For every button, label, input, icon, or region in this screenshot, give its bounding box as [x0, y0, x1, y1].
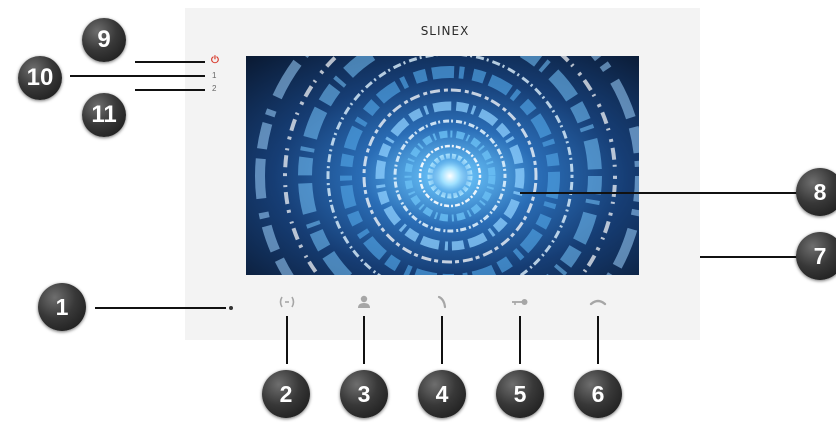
callout-1: 1 [38, 283, 86, 331]
callout-5: 5 [496, 370, 544, 418]
user-icon [358, 295, 370, 308]
leader-line-9 [135, 61, 205, 63]
callout-8: 8 [796, 168, 836, 216]
leader-line-1 [95, 307, 226, 309]
leader-line-10 [70, 75, 205, 77]
line-1-indicator: 1 [212, 71, 217, 80]
callout-10: 10 [18, 56, 62, 100]
callout-11: 11 [82, 93, 126, 137]
leader-line-8 [520, 192, 815, 194]
hangup-button[interactable] [586, 292, 610, 312]
brand-logo: SLINEX [420, 24, 470, 38]
leader-line-3 [363, 316, 365, 364]
callout-9: 9 [82, 18, 126, 62]
microphone-hole [229, 306, 233, 310]
call-button[interactable] [430, 292, 454, 312]
leader-line-4 [441, 316, 443, 364]
display-screen [246, 56, 639, 275]
leader-line-5 [519, 316, 521, 364]
monitor-button[interactable] [275, 292, 299, 312]
callout-7: 7 [796, 232, 836, 280]
leader-line-6 [597, 316, 599, 364]
line-2-indicator: 2 [212, 84, 217, 93]
user-button[interactable] [352, 292, 376, 312]
unlock-button[interactable] [508, 292, 532, 312]
leader-line-2 [286, 316, 288, 364]
screen-image [246, 56, 639, 275]
hangup-icon [589, 299, 607, 306]
leader-line-11 [135, 89, 205, 91]
callout-4: 4 [418, 370, 466, 418]
callout-6: 6 [574, 370, 622, 418]
callout-3: 3 [340, 370, 388, 418]
monitor-icon [279, 296, 295, 308]
callout-2: 2 [262, 370, 310, 418]
key-icon [512, 299, 528, 305]
handset-icon [437, 295, 447, 309]
power-indicator-icon: ⏻ [211, 55, 219, 66]
